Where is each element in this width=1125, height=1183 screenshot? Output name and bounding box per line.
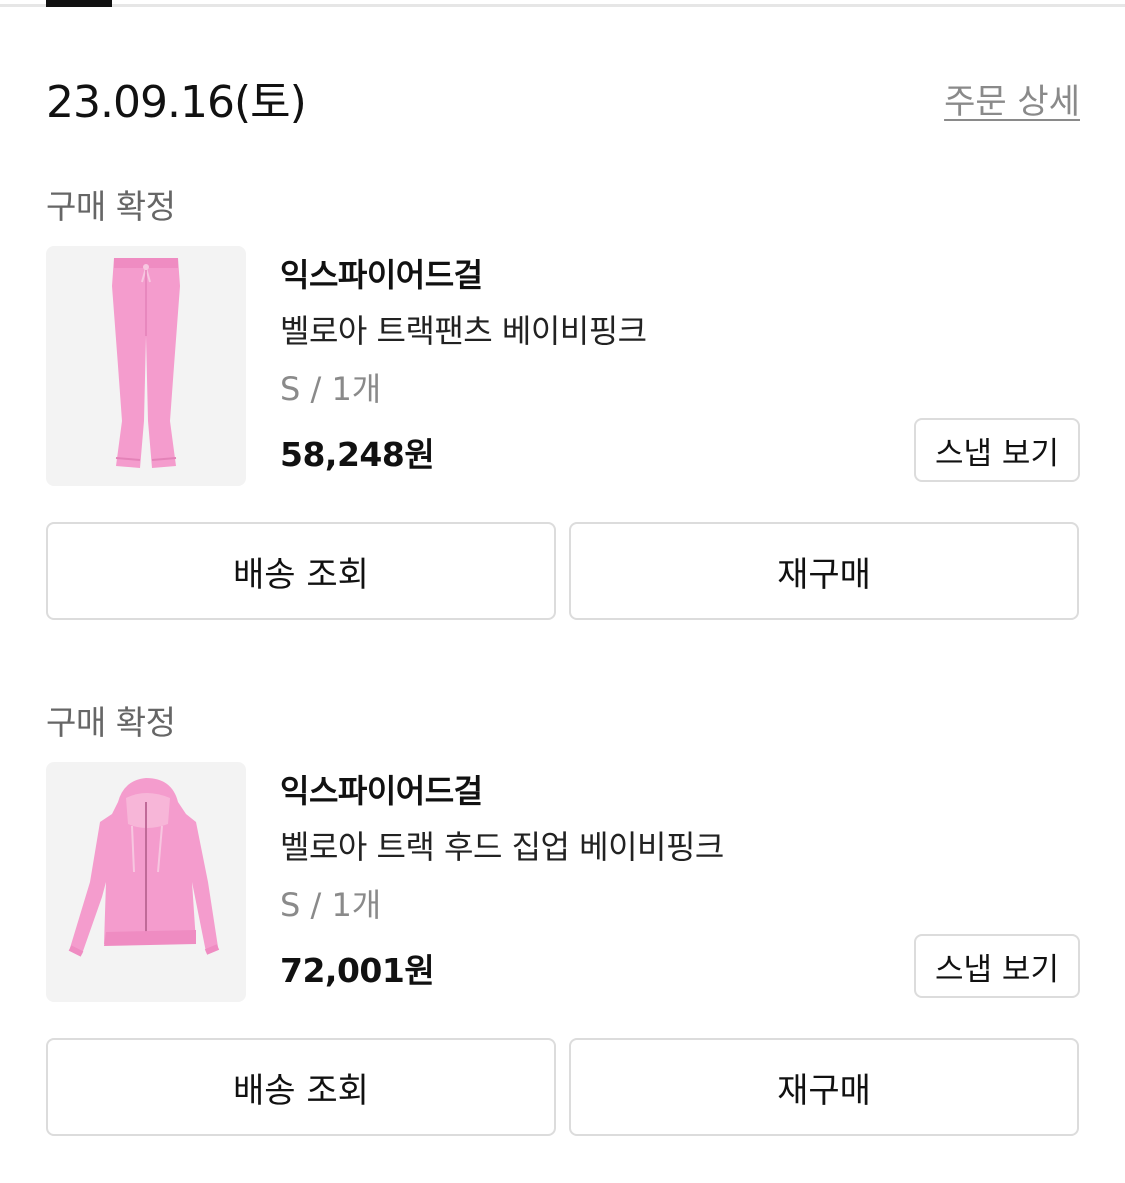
snap-view-button[interactable]: 스냅 보기 [914, 934, 1080, 998]
pink-track-pants-icon [112, 258, 180, 468]
purchase-status: 구매 확정 [46, 703, 176, 742]
brand-name: 익스파이어드걸 [280, 772, 483, 810]
tab-divider [0, 4, 1125, 7]
order-history-page: 23.09.16(토) 주문 상세 구매 확정 익스파이어드걸 벨로아 트랙팬츠… [0, 0, 1125, 1183]
pink-zip-up-hoodie-icon [68, 778, 220, 957]
track-delivery-button[interactable]: 배송 조회 [46, 1038, 556, 1136]
product-option: S / 1개 [280, 370, 382, 408]
snap-view-button[interactable]: 스냅 보기 [914, 418, 1080, 482]
product-option: S / 1개 [280, 886, 382, 924]
rebuy-button[interactable]: 재구매 [569, 1038, 1079, 1136]
rebuy-button[interactable]: 재구매 [569, 522, 1079, 620]
track-delivery-button[interactable]: 배송 조회 [46, 522, 556, 620]
active-tab-indicator [46, 0, 112, 7]
product-name[interactable]: 벨로아 트랙 후드 집업 베이비핑크 [280, 822, 724, 868]
product-thumbnail[interactable] [46, 246, 246, 486]
brand-name: 익스파이어드걸 [280, 256, 483, 294]
purchase-status: 구매 확정 [46, 187, 176, 226]
product-name[interactable]: 벨로아 트랙팬츠 베이비핑크 [280, 306, 647, 352]
product-price: 58,248원 [280, 435, 435, 474]
order-detail-link[interactable]: 주문 상세 [944, 74, 1080, 123]
product-price: 72,001원 [280, 951, 435, 990]
product-thumbnail[interactable] [46, 762, 246, 1002]
order-date: 23.09.16(토) [46, 77, 307, 128]
